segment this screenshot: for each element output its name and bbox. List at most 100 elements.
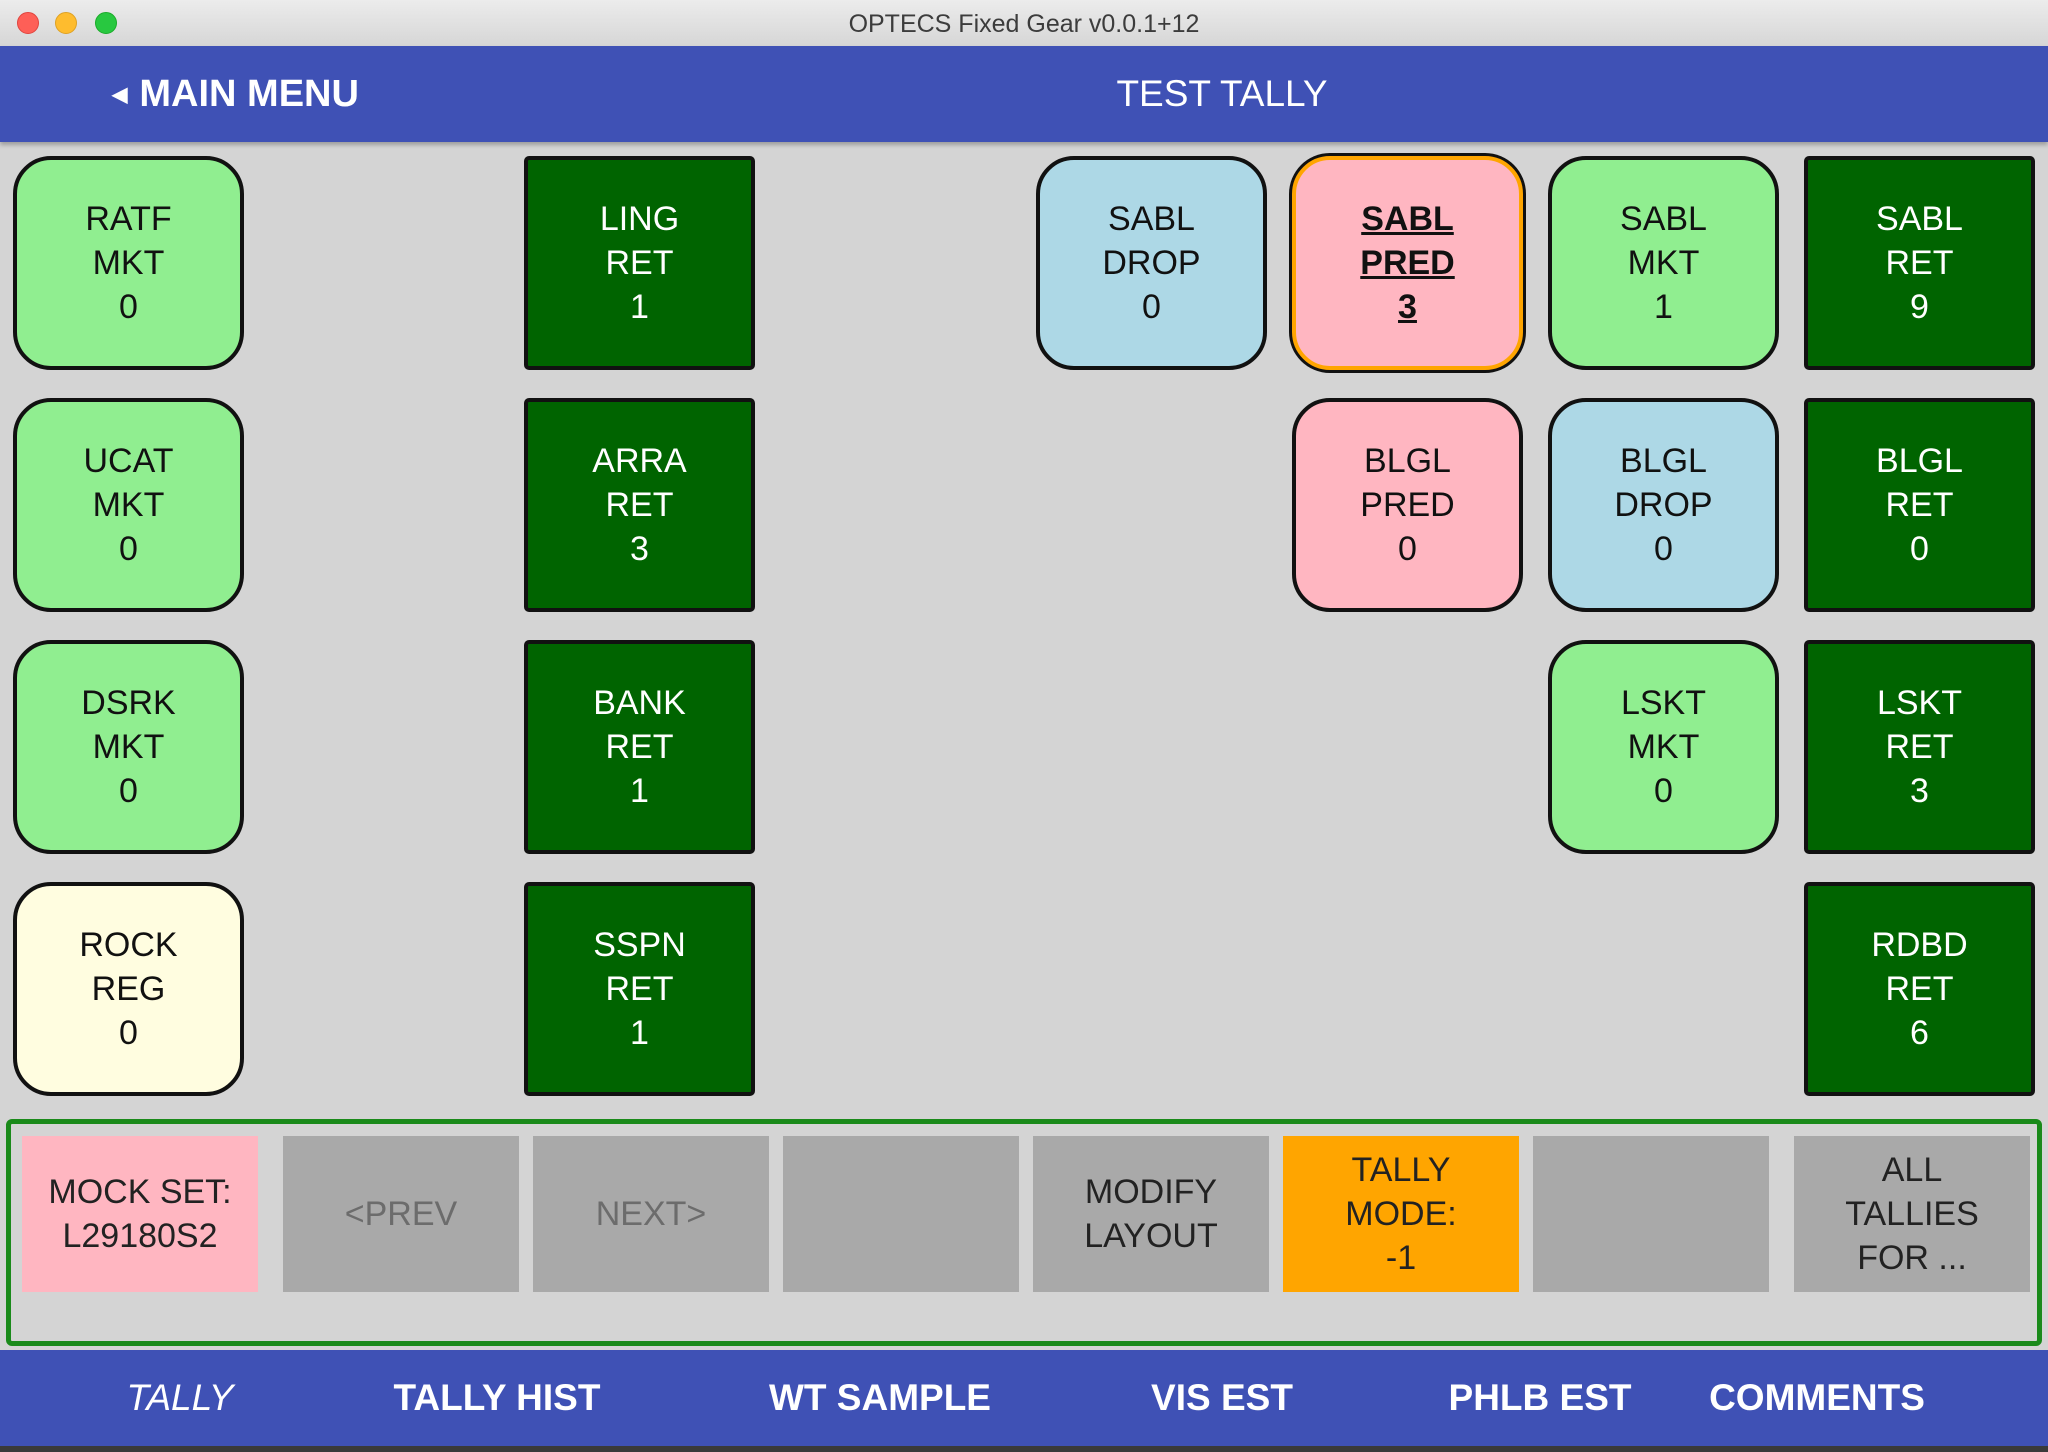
modify-layout-line1: MODIFY	[1084, 1173, 1218, 1211]
window-titlebar: OPTECS Fixed Gear v0.0.1+12	[0, 0, 2048, 47]
prev-button[interactable]: <PREV	[283, 1136, 519, 1292]
tab-tally[interactable]: TALLY	[60, 1350, 300, 1446]
tally-species-code: LSKT	[1876, 684, 1963, 722]
back-arrow-icon: ◀	[112, 83, 128, 106]
tally-disposition: MKT	[92, 486, 165, 524]
app-header: ◀ MAIN MENU TEST TALLY	[0, 46, 2048, 142]
tally-mode-line2: MODE:	[1345, 1195, 1457, 1233]
tally-disposition: RET	[1885, 244, 1954, 282]
tally-count: 0	[119, 288, 138, 326]
tally-species-code: SSPN	[593, 926, 686, 964]
tally-button-bank-ret[interactable]: BANK RET 1	[524, 640, 755, 854]
tally-count: 1	[630, 288, 649, 326]
modify-layout-button[interactable]: MODIFY LAYOUT	[1033, 1136, 1269, 1292]
bottom-nav: TALLY TALLY HIST WT SAMPLE VIS EST PHLB …	[0, 1350, 2048, 1446]
tally-count: 1	[630, 772, 649, 810]
tally-count: 1	[630, 1014, 649, 1052]
tally-button-arra-ret[interactable]: ARRA RET 3	[524, 398, 755, 612]
main-menu-label: MAIN MENU	[139, 72, 359, 115]
all-tallies-line3: FOR ...	[1857, 1239, 1967, 1277]
tally-species-code: UCAT	[83, 442, 174, 480]
tally-disposition: RET	[605, 486, 674, 524]
tally-button-lskt-mkt[interactable]: LSKT MKT 0	[1548, 640, 1779, 854]
tally-button-sabl-pred[interactable]: SABL PRED 3	[1292, 156, 1523, 370]
tally-species-code: RATF	[85, 200, 172, 238]
tally-button-ling-ret[interactable]: LING RET 1	[524, 156, 755, 370]
tally-count: 3	[1910, 772, 1929, 810]
mock-set-button[interactable]: MOCK SET: L29180S2	[22, 1136, 258, 1292]
tally-button-sspn-ret[interactable]: SSPN RET 1	[524, 882, 755, 1096]
tally-button-blgl-ret[interactable]: BLGL RET 0	[1804, 398, 2035, 612]
tally-disposition: RET	[1885, 970, 1954, 1008]
tally-species-code: LSKT	[1620, 684, 1707, 722]
tab-tally-hist[interactable]: TALLY HIST	[357, 1350, 637, 1446]
tally-species-code: BANK	[593, 684, 686, 722]
mock-set-value: L29180S2	[62, 1217, 218, 1255]
tally-count: 0	[1910, 530, 1929, 568]
tally-species-code: ROCK	[79, 926, 178, 964]
next-label: NEXT>	[595, 1195, 707, 1233]
tally-disposition: MKT	[92, 244, 165, 282]
tally-mode-line1: TALLY	[1351, 1151, 1451, 1189]
tally-count: 1	[1654, 288, 1673, 326]
tally-disposition: REG	[91, 970, 166, 1008]
tally-count: 9	[1910, 288, 1929, 326]
tally-button-ucat-mkt[interactable]: UCAT MKT 0	[13, 398, 244, 612]
next-button[interactable]: NEXT>	[533, 1136, 769, 1292]
tally-button-dsrk-mkt[interactable]: DSRK MKT 0	[13, 640, 244, 854]
tab-vis-est[interactable]: VIS EST	[1112, 1350, 1332, 1446]
tally-button-blgl-drop[interactable]: BLGL DROP 0	[1548, 398, 1779, 612]
tab-phlb-est[interactable]: PHLB EST	[1415, 1350, 1665, 1446]
tally-button-sabl-drop[interactable]: SABL DROP 0	[1036, 156, 1267, 370]
prev-label: <PREV	[344, 1195, 458, 1233]
window-title: OPTECS Fixed Gear v0.0.1+12	[848, 10, 1200, 38]
tally-count: 0	[119, 1014, 138, 1052]
tally-species-code: SABL	[1108, 200, 1195, 238]
tab-comments[interactable]: COMMENTS	[1672, 1350, 1962, 1446]
tally-button-ratf-mkt[interactable]: RATF MKT 0	[13, 156, 244, 370]
tally-disposition: PRED	[1360, 244, 1455, 282]
tally-disposition: DROP	[1102, 244, 1201, 282]
tally-disposition: MKT	[92, 728, 165, 766]
tally-species-code: RDBD	[1871, 926, 1968, 964]
tally-disposition: RET	[605, 970, 674, 1008]
tally-button-sabl-mkt[interactable]: SABL MKT 1	[1548, 156, 1779, 370]
main-menu-button[interactable]: ◀ MAIN MENU	[112, 46, 359, 142]
tally-count: 0	[119, 772, 138, 810]
tally-disposition: RET	[605, 728, 674, 766]
tally-count: 3	[630, 530, 649, 568]
page-title: TEST TALLY	[1116, 73, 1328, 114]
tally-button-rdbd-ret[interactable]: RDBD RET 6	[1804, 882, 2035, 1096]
tally-count: 0	[1654, 530, 1673, 568]
tally-species-code: BLGL	[1876, 442, 1963, 480]
all-tallies-line1: ALL	[1881, 1151, 1943, 1189]
all-tallies-for-button[interactable]: ALL TALLIES FOR ...	[1794, 1136, 2030, 1292]
tally-button-blgl-pred[interactable]: BLGL PRED 0	[1292, 398, 1523, 612]
tally-count: 3	[1398, 288, 1417, 326]
tally-disposition: MKT	[1627, 244, 1700, 282]
tally-count: 6	[1910, 1014, 1929, 1052]
empty-control-button[interactable]	[1533, 1136, 1769, 1292]
tally-species-code: SABL	[1876, 200, 1963, 238]
mock-set-label: MOCK SET:	[48, 1173, 232, 1211]
app-content: ◀ MAIN MENU TEST TALLY RATF MKT 0 LING R…	[0, 46, 2048, 1452]
tally-button-sabl-ret[interactable]: SABL RET 9	[1804, 156, 2035, 370]
tally-count: 0	[1654, 772, 1673, 810]
window-bottom-edge	[0, 1446, 2048, 1452]
modify-layout-line2: LAYOUT	[1084, 1217, 1218, 1255]
tally-species-code: ARRA	[592, 442, 687, 480]
tally-control-panel: MOCK SET: L29180S2 <PREV NEXT> MODIFY LA…	[6, 1119, 2042, 1346]
tally-species-code: BLGL	[1620, 442, 1707, 480]
tally-species-code: DSRK	[81, 684, 176, 722]
tab-wt-sample[interactable]: WT SAMPLE	[720, 1350, 1040, 1446]
tally-disposition: RET	[1885, 728, 1954, 766]
tally-mode-button[interactable]: TALLY MODE: -1	[1283, 1136, 1519, 1292]
tally-button-rock-reg[interactable]: ROCK REG 0	[13, 882, 244, 1096]
all-tallies-line2: TALLIES	[1845, 1195, 1979, 1233]
tally-species-code: SABL	[1620, 200, 1707, 238]
tally-species-code: SABL	[1361, 200, 1454, 238]
empty-control-button[interactable]	[783, 1136, 1019, 1292]
tally-count: 0	[119, 530, 138, 568]
tally-count: 0	[1398, 530, 1417, 568]
tally-button-lskt-ret[interactable]: LSKT RET 3	[1804, 640, 2035, 854]
